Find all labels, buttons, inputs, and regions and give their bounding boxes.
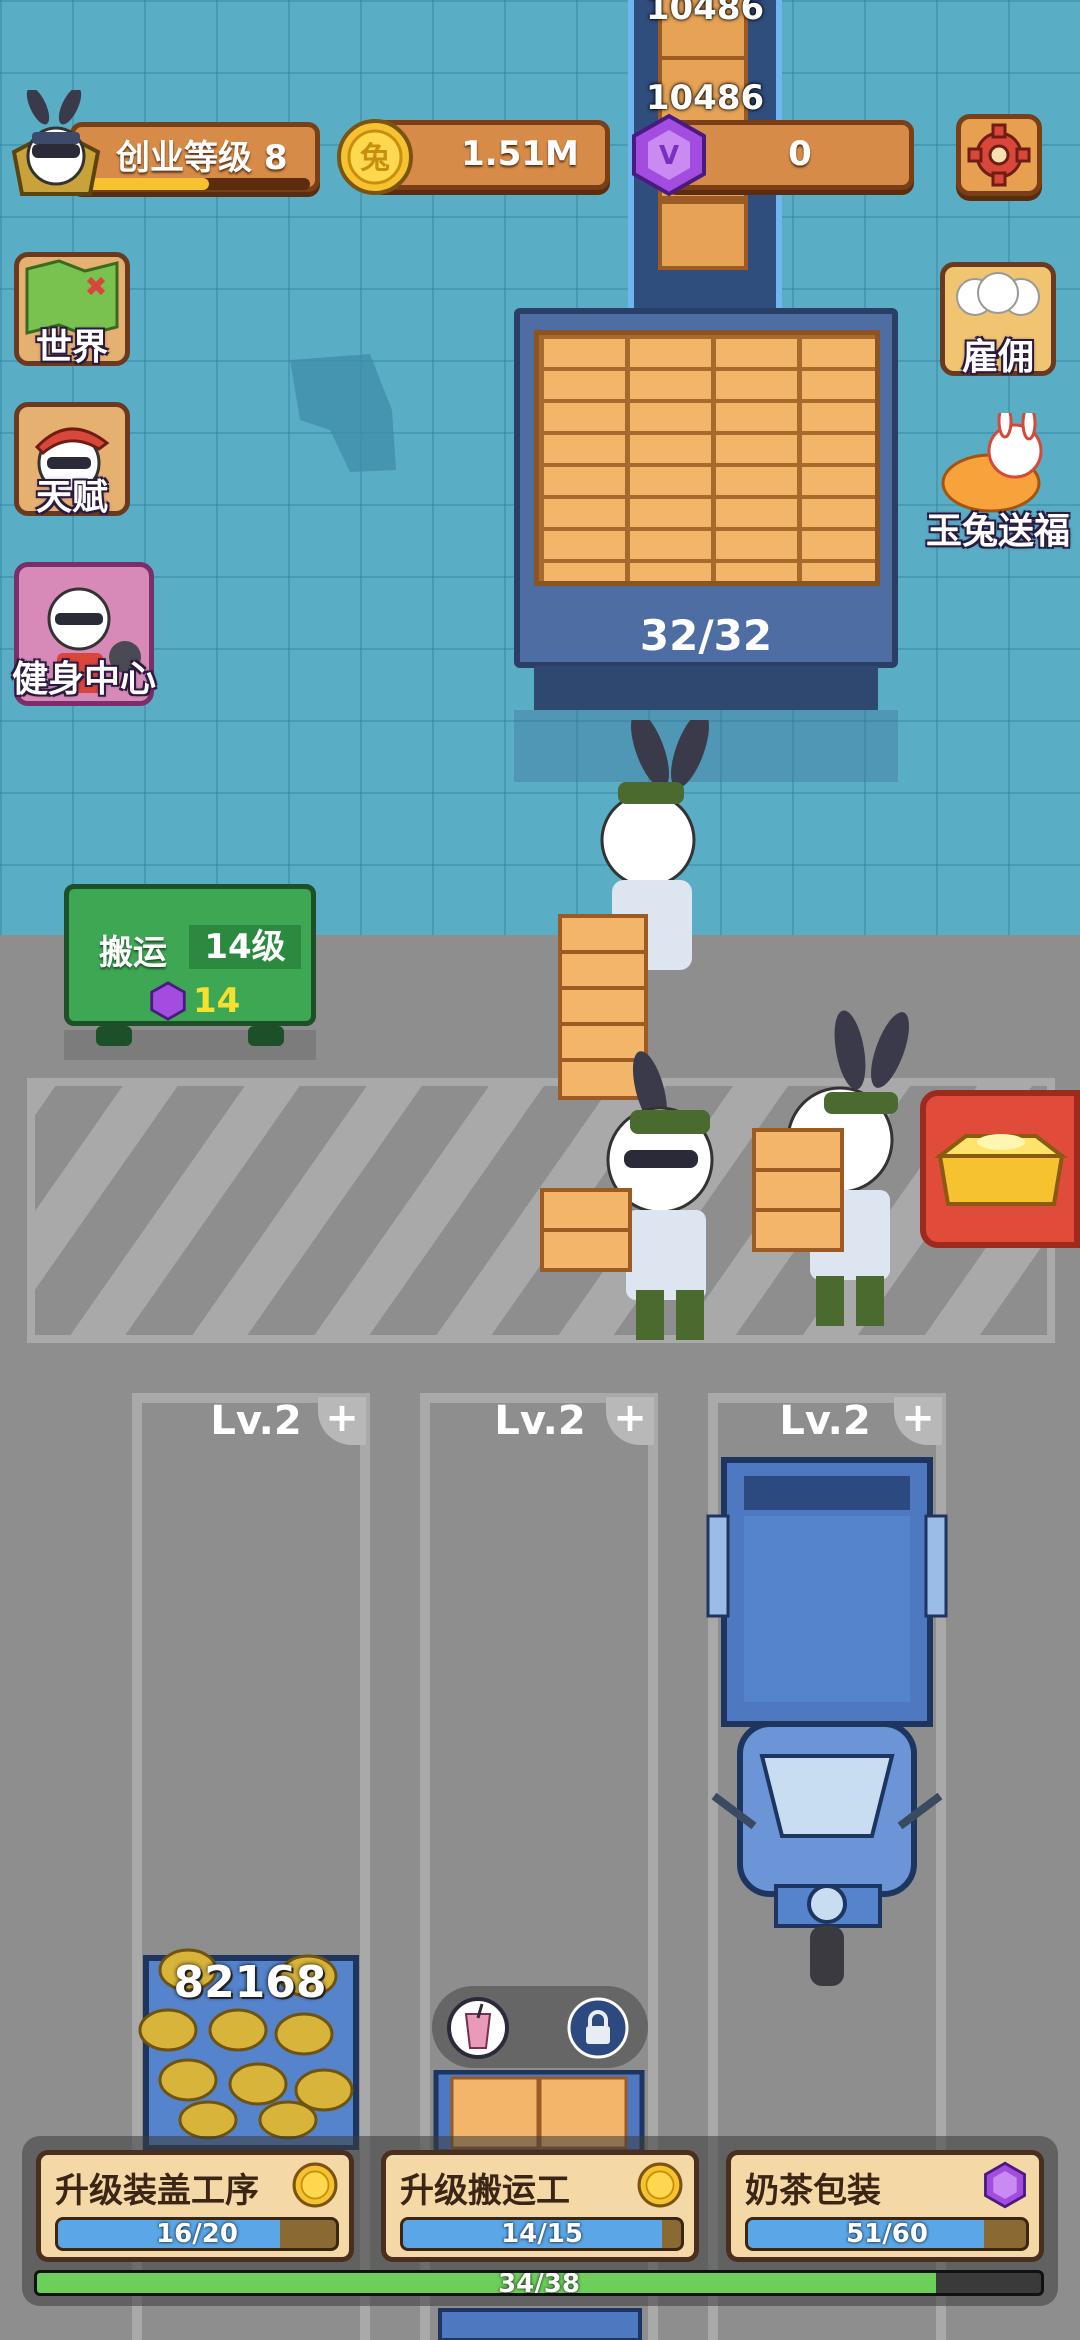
gym-label: 健身中心 (11, 659, 156, 700)
level-progress-bar (86, 178, 310, 190)
gem-icon: V (632, 113, 706, 197)
station-base (534, 666, 878, 710)
upgrade-capping-card[interactable]: 升级装盖工序 16/20 (36, 2150, 354, 2262)
board-legs (96, 1026, 284, 1046)
player-avatar-icon[interactable] (8, 90, 104, 200)
lane-level-label: Lv.2 (210, 1398, 302, 1444)
stacked-boxes (534, 330, 880, 586)
world-label: 世界 (35, 327, 108, 368)
carry-level: 14级 (189, 925, 301, 969)
delivery-truck[interactable] (700, 1456, 960, 2026)
gem-icon (984, 2161, 1026, 2209)
upgrade-milktea-packaging-card[interactable]: 奶茶包装 51/60 (726, 2150, 1044, 2262)
hire-label: 雇佣 (961, 337, 1034, 378)
upgrade-title: 升级装盖工序 (55, 2171, 259, 2211)
lane-level-label: Lv.2 (494, 1398, 586, 1444)
lane-upgrade-plus-icon[interactable]: + (318, 1397, 366, 1445)
upgrade-progress-bar: 16/20 (55, 2217, 339, 2251)
milk-tea-icon (447, 1997, 509, 2059)
overall-progress-bar: 34/38 (34, 2270, 1044, 2296)
lock-icon (567, 1997, 629, 2059)
lane-upgrade-plus-icon[interactable]: + (894, 1397, 942, 1445)
level-progress-fill (86, 178, 210, 190)
svg-text:V: V (659, 141, 679, 171)
gear-icon (967, 123, 1031, 187)
upgrade-title: 奶茶包装 (745, 2171, 881, 2211)
carry-title: 搬运 (99, 933, 167, 973)
coin-pile-count: 82168 (173, 1957, 327, 2008)
svg-text:兔: 兔 (360, 141, 390, 176)
carry-gem-cost: 14 (193, 981, 241, 1021)
carry-upgrade-board[interactable]: 搬运 14级 14 (64, 884, 316, 1026)
upgrade-progress-count: 14/15 (501, 2219, 583, 2249)
order-bubble[interactable] (432, 1986, 648, 2068)
upgrade-progress-bar: 51/60 (745, 2217, 1029, 2251)
lane-upgrade-plus-icon[interactable]: + (606, 1397, 654, 1445)
coin-icon (292, 2162, 338, 2208)
coin-icon: 兔 (337, 119, 413, 195)
upgrade-progress-bar: 14/15 (400, 2217, 684, 2251)
upgrade-progress-count: 51/60 (846, 2219, 928, 2249)
upgrade-porter-card[interactable]: 升级搬运工 14/15 (381, 2150, 699, 2262)
gold-chest-icon (934, 1134, 1068, 1206)
talent-label: 天赋 (35, 477, 108, 518)
conveyor-box (658, 200, 748, 270)
coin-amount: 1.51M (461, 134, 579, 174)
treasure-chest-button[interactable] (920, 1090, 1080, 1248)
coin-icon (637, 2162, 683, 2208)
worker-bunnies (540, 720, 909, 1340)
lane-level-label: Lv.2 (779, 1398, 871, 1444)
settings-button[interactable] (956, 114, 1042, 196)
gem-icon (150, 981, 186, 1021)
gem-amount: 0 (788, 134, 812, 174)
overall-progress-count: 34/38 (498, 2270, 580, 2296)
upgrade-title: 升级搬运工 (400, 2171, 570, 2211)
level-label: 创业等级 8 (116, 138, 288, 178)
upgrade-progress-count: 16/20 (156, 2219, 238, 2249)
conveyor-count-top: 10486 (645, 0, 765, 28)
blessing-label: 玉兔送福 (925, 511, 1070, 552)
station-counter: 32/32 (639, 611, 773, 660)
